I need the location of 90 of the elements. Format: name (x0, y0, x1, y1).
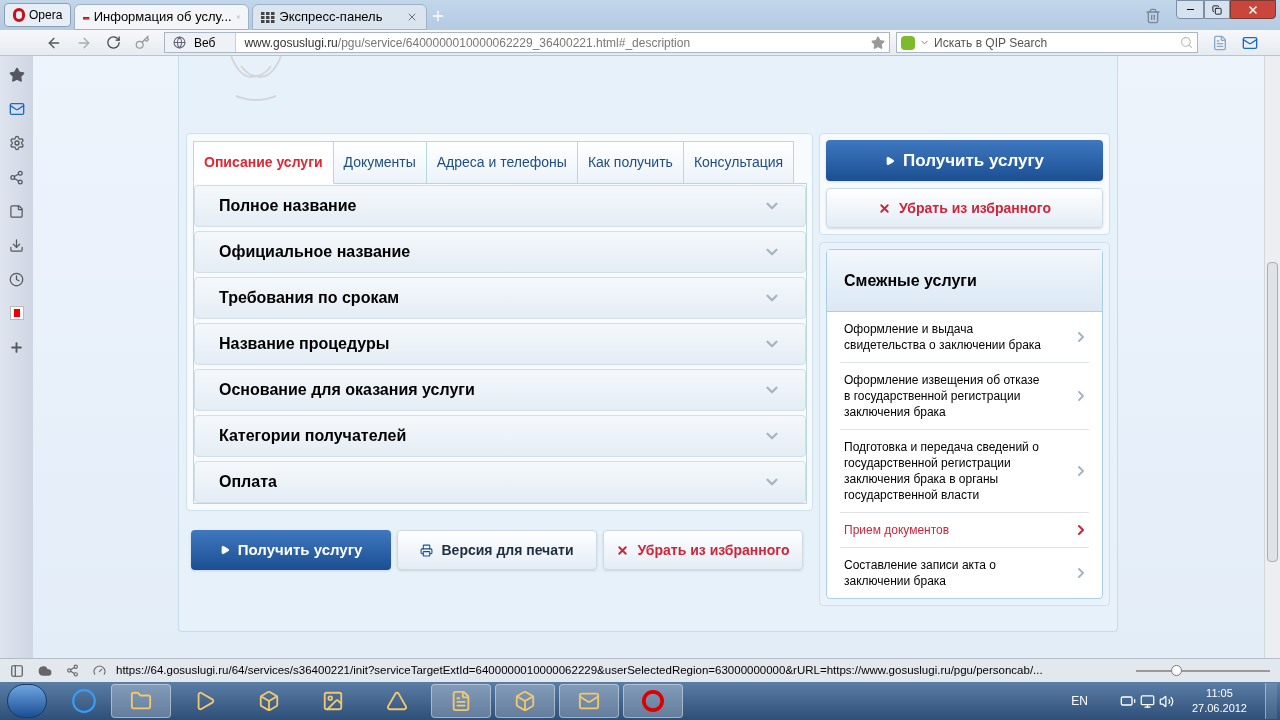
related-link[interactable]: Оформление и выдача свидетельства о заключении брака (840, 312, 1089, 362)
play-icon (884, 155, 895, 166)
start-button[interactable] (7, 684, 47, 718)
remove-favorite-button[interactable]: Убрать из избранного (603, 530, 803, 570)
print-version-button[interactable]: Версия для печати (397, 530, 597, 570)
section-title: Название процедуры (219, 334, 391, 354)
star-icon[interactable] (7, 66, 26, 84)
section-title: Основание для оказания услуги (219, 380, 476, 400)
related-link[interactable]: Подготовка и передача сведений о государственной регистрации заключения брака в органы государственной власти (840, 429, 1089, 512)
play-icon (219, 545, 230, 555)
address-field[interactable]: Веб www.gosuslugi.ru/pgu/service/6400000010000062229_36400221.html#_description (164, 32, 890, 53)
grid-icon (261, 11, 276, 23)
volume-icon[interactable] (1158, 693, 1174, 709)
settings-icon[interactable] (7, 134, 26, 152)
section-tab[interactable]: Описание услуги (193, 141, 334, 184)
close-icon (878, 201, 891, 215)
mail-icon (578, 690, 600, 712)
section-title: Требования по срокам (219, 288, 401, 308)
restore-icon (1212, 4, 1222, 15)
accordion-row[interactable]: Требования по срокам (194, 277, 806, 319)
printer-icon (420, 543, 434, 557)
mail-icon[interactable] (1242, 34, 1258, 51)
get-service-button[interactable]: Получить услугу (826, 140, 1103, 181)
panel-icon[interactable] (10, 663, 24, 678)
close-window-button[interactable] (1230, 0, 1276, 19)
zoom-slider[interactable] (1136, 664, 1270, 677)
status-url: https://64.gosuslugi.ru/64/services/s36400221/init?serviceTargetExtId=6400000010000062229&userSelectedRegion=63000000000&rURL=https://www.gosuslugi.ru/pgu/personcab/... (116, 662, 1044, 678)
close-icon (1247, 3, 1259, 16)
scrollbar-thumb[interactable] (1267, 262, 1278, 562)
section-tab[interactable]: Консультация (683, 141, 795, 184)
browser-tab[interactable]: Экспресс-панель (252, 4, 428, 30)
ring-icon (642, 690, 664, 712)
related-link[interactable]: Прием документов (840, 512, 1089, 547)
search-field[interactable]: Искать в QIP Search (896, 32, 1198, 53)
box-icon (514, 690, 536, 712)
url-text: www.gosuslugi.ru/pgu/service/6400000010000062229_36400221.html#_description (243, 34, 692, 52)
accordion-row[interactable]: Категории получателей (194, 415, 806, 457)
opera-menu-button[interactable]: Opera (4, 3, 72, 27)
globe-icon (173, 36, 186, 49)
close-icon (616, 543, 630, 557)
taskbar-app[interactable] (431, 684, 491, 718)
show-desktop-button[interactable] (1265, 683, 1277, 719)
accordion-row[interactable]: Официальное название (194, 231, 806, 273)
browser-tab[interactable]: Информация об услу... (74, 4, 250, 30)
trash-icon[interactable] (1145, 8, 1161, 24)
related-link[interactable]: Составление записи акта о заключении брака (840, 547, 1089, 598)
related-link[interactable]: Оформление извещения об отказе в государственной регистрации заключения брака (840, 362, 1089, 429)
mail-icon[interactable] (7, 100, 26, 118)
cloud-icon[interactable] (38, 663, 52, 678)
reload-icon[interactable] (106, 35, 121, 50)
remove-favorite-button[interactable]: Убрать из избранного (826, 188, 1103, 228)
gauge-icon[interactable] (93, 664, 106, 677)
get-service-button[interactable]: Получить услугу (191, 530, 391, 570)
key-icon[interactable] (135, 35, 150, 50)
slider-thumb[interactable] (1171, 664, 1183, 676)
accordion-row[interactable]: Оплата (194, 461, 806, 503)
address-prefix: Веб (194, 34, 217, 52)
note-icon[interactable] (7, 202, 26, 220)
box-icon (258, 690, 280, 712)
document-icon[interactable] (1212, 34, 1228, 51)
star-icon[interactable] (871, 35, 885, 50)
taskbar-app[interactable] (623, 684, 683, 718)
accordion-row[interactable]: Полное название (194, 185, 806, 227)
section-title: Оплата (219, 472, 278, 492)
clock-icon[interactable] (7, 270, 26, 288)
taskbar-app[interactable] (111, 684, 171, 718)
restore-button[interactable] (1204, 0, 1230, 19)
scrollbar[interactable] (1264, 56, 1280, 658)
taskbar-app[interactable] (559, 684, 619, 718)
section-title: Категории получателей (219, 426, 408, 446)
section-tab[interactable]: Как получить (577, 141, 684, 184)
image-icon (322, 690, 344, 712)
section-tab[interactable]: Адреса и телефоны (426, 141, 578, 184)
related-title: Смежные услуги (844, 270, 977, 291)
taskbar-app[interactable] (495, 684, 555, 718)
section-tab[interactable]: Документы (333, 141, 427, 184)
clock[interactable]: 11:05 27.06.2012 (1177, 686, 1261, 716)
language-indicator[interactable]: EN (1071, 692, 1088, 710)
triangle-icon (386, 690, 408, 712)
accordion-row[interactable]: Название процедуры (194, 323, 806, 365)
share-icon[interactable] (7, 168, 26, 186)
battery-icon[interactable] (1119, 693, 1136, 709)
section-title: Официальное название (219, 242, 412, 262)
folder-icon (130, 690, 152, 712)
document-icon (450, 690, 472, 712)
download-icon[interactable] (7, 236, 26, 254)
section-title: Полное название (219, 196, 358, 216)
accordion-row[interactable]: Основание для оказания услуги (194, 369, 806, 411)
search-input[interactable]: Искать в QIP Search (934, 33, 1176, 52)
share-icon[interactable] (66, 664, 79, 677)
